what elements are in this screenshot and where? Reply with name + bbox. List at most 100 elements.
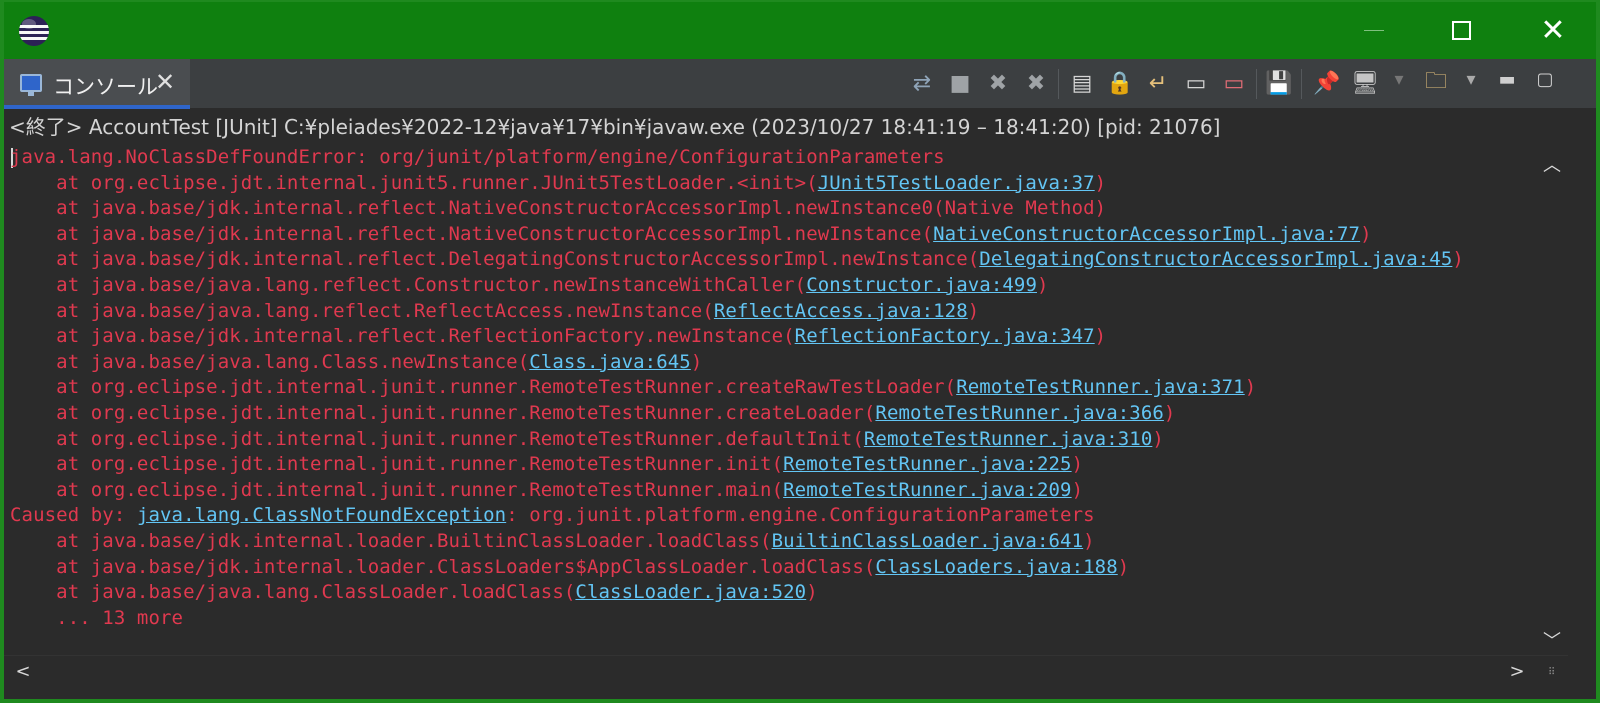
word-wrap-icon[interactable]: ↵	[1142, 67, 1174, 99]
pin-console-icon[interactable]: 📌	[1311, 67, 1343, 99]
console-line-tail: )	[1083, 530, 1095, 552]
minimize-icon	[1364, 30, 1384, 31]
console-line-tail: )	[1036, 274, 1049, 296]
source-link[interactable]: JUnit5TestLoader.java:37	[818, 172, 1095, 194]
console-line-text: at java.base/jdk.internal.loader.Builtin…	[10, 530, 772, 552]
source-link[interactable]: ClassLoaders.java:188	[875, 556, 1117, 578]
console-line: at java.base/jdk.internal.loader.Builtin…	[10, 529, 1095, 554]
eclipse-logo-icon	[19, 16, 49, 46]
console-line-text: at java.base/java.lang.Class.newInstance…	[10, 350, 530, 373]
console-line: at org.eclipse.jdt.internal.junit.runner…	[10, 401, 1175, 426]
clear-console-icon[interactable]: ▤	[1066, 67, 1098, 99]
console-line-tail: )	[1094, 325, 1107, 348]
source-link[interactable]: NativeConstructorAccessorImpl.java:77	[933, 223, 1360, 245]
resize-grip-icon[interactable]: ⠿	[1548, 667, 1562, 681]
console-line-text: ... 13 more	[10, 606, 184, 629]
console-line: at java.base/jdk.internal.loader.ClassLo…	[10, 555, 1129, 580]
console-line-text: at java.base/jdk.internal.loader.ClassLo…	[10, 555, 876, 578]
console-line: at org.eclipse.jdt.internal.junit.runner…	[10, 452, 1083, 477]
tab-close-button[interactable]: ✕	[155, 68, 175, 96]
console-output[interactable]: java.lang.NoClassDefFoundError: org/juni…	[4, 145, 1537, 655]
source-link[interactable]: RemoteTestRunner.java:371	[956, 376, 1244, 398]
sync-icon[interactable]: ⇄	[906, 67, 938, 99]
source-link[interactable]: RemoteTestRunner.java:209	[783, 479, 1071, 501]
open-console-dropdown-icon[interactable]: ▾	[1460, 68, 1482, 90]
console-line: ... 13 more	[10, 606, 183, 631]
console-line: at org.eclipse.jdt.internal.junit.runner…	[10, 375, 1256, 400]
source-link[interactable]: RemoteTestRunner.java:310	[864, 428, 1152, 450]
console-line-tail: : org.junit.platform.engine.Configuratio…	[506, 504, 1095, 527]
view-tab-bar: コンソール ✕ ⇄ ■ ✖ ✖ ▤ 🔒 ↵ ▭ ▭ 💾 📌 🖥 ▾ 🗀 ▾ ▬ …	[4, 59, 1596, 109]
source-link[interactable]: DelegatingConstructorAccessorImpl.java:4…	[979, 248, 1452, 270]
scroll-lock-icon[interactable]: 🔒	[1104, 67, 1136, 99]
console-line-text: at org.eclipse.jdt.internal.junit.runner…	[10, 453, 784, 476]
console-line-tail: )	[967, 299, 980, 322]
save-icon[interactable]: 💾	[1263, 67, 1295, 99]
toolbar-separator	[1058, 69, 1059, 99]
source-link[interactable]: Constructor.java:499	[806, 274, 1037, 296]
horizontal-scrollbar[interactable]: < >	[4, 655, 1568, 688]
display-console-dropdown-icon[interactable]: ▾	[1388, 68, 1410, 90]
console-line-text: at org.eclipse.jdt.internal.junit.runner…	[10, 427, 864, 450]
source-link[interactable]: java.lang.ClassNotFoundException	[137, 504, 506, 526]
console-line: at java.base/java.lang.ClassLoader.loadC…	[10, 580, 818, 605]
console-line-tail: )	[1244, 376, 1257, 399]
scroll-down-icon[interactable]: ﹀	[1542, 627, 1562, 652]
scroll-left-icon[interactable]: <	[12, 661, 34, 683]
console-status-line: <終了> AccountTest [JUnit] C:¥pleiades¥202…	[4, 110, 1596, 145]
console-line-tail: )	[1117, 555, 1130, 578]
console-line-text: at java.base/jdk.internal.reflect.Reflec…	[10, 325, 795, 348]
maximize-view-icon[interactable]: ▢	[1534, 68, 1556, 90]
console-line-text: at java.base/java.lang.reflect.ReflectAc…	[10, 299, 714, 322]
close-window-button[interactable]: ✕	[1518, 2, 1588, 59]
console-line-tail: )	[1071, 453, 1084, 476]
minimize-button[interactable]	[1339, 2, 1409, 59]
source-link[interactable]: Class.java:645	[529, 351, 691, 373]
source-link[interactable]: ReflectAccess.java:128	[714, 300, 968, 322]
console-line: at org.eclipse.jdt.internal.junit.runner…	[10, 427, 1164, 452]
show-on-stdout-icon[interactable]: ▭	[1180, 67, 1212, 99]
show-on-stderr-icon[interactable]: ▭	[1218, 67, 1250, 99]
console-line: at java.base/jdk.internal.reflect.Native…	[10, 196, 1106, 221]
source-link[interactable]: BuiltinClassLoader.java:641	[772, 530, 1084, 552]
title-bar: ✕	[4, 2, 1596, 59]
remove-all-icon[interactable]: ✖	[1020, 67, 1052, 99]
console-line-tail: )	[690, 350, 703, 373]
console-line: java.lang.NoClassDefFoundError: org/juni…	[10, 145, 945, 170]
source-link[interactable]: ReflectionFactory.java:347	[795, 325, 1095, 347]
minimize-view-icon[interactable]: ▬	[1496, 68, 1518, 90]
open-console-icon[interactable]: 🗀	[1420, 67, 1452, 99]
remove-launch-icon[interactable]: ✖	[982, 67, 1014, 99]
toolbar-separator	[1256, 69, 1257, 99]
console-line-text: java.lang.NoClassDefFoundError: org/juni…	[10, 146, 945, 168]
stop-icon[interactable]: ■	[944, 67, 976, 99]
source-link[interactable]: RemoteTestRunner.java:366	[875, 402, 1163, 424]
scroll-up-icon[interactable]: ︿	[1542, 151, 1562, 176]
source-link[interactable]: RemoteTestRunner.java:225	[783, 453, 1071, 475]
console-line-tail: )	[806, 581, 818, 604]
scroll-right-icon[interactable]: >	[1506, 661, 1528, 683]
tab-console[interactable]: コンソール ✕	[4, 59, 190, 109]
console-line: at java.base/jdk.internal.reflect.Delega…	[10, 247, 1464, 272]
console-line-text: at java.base/java.lang.ClassLoader.loadC…	[10, 581, 576, 604]
console-line: at org.eclipse.jdt.internal.junit5.runne…	[10, 171, 1106, 196]
console-line-text: at org.eclipse.jdt.internal.junit.runner…	[10, 402, 876, 424]
console-line-text: Caused by:	[10, 504, 137, 527]
eclipse-window: ✕ コンソール ✕ ⇄ ■ ✖ ✖ ▤ 🔒 ↵ ▭ ▭ 💾 📌 🖥 ▾ 🗀 ▾	[2, 0, 1598, 701]
console-line-text: at org.eclipse.jdt.internal.junit5.runne…	[10, 171, 818, 194]
maximize-button[interactable]	[1426, 2, 1496, 59]
close-icon: ✕	[1540, 12, 1566, 48]
display-console-icon[interactable]: 🖥	[1349, 67, 1381, 99]
console-line-tail: )	[1360, 222, 1372, 245]
console-line-tail: )	[1071, 478, 1084, 501]
console-line-text: at java.base/jdk.internal.reflect.Native…	[10, 222, 934, 245]
console-line-tail: )	[1152, 427, 1164, 450]
console-line-text: at org.eclipse.jdt.internal.junit.runner…	[10, 478, 784, 501]
console-line-text: at java.base/java.lang.reflect.Construct…	[10, 274, 807, 296]
source-link[interactable]: ClassLoader.java:520	[575, 581, 806, 603]
console-line-tail: )	[1163, 402, 1176, 424]
console-line-text: at org.eclipse.jdt.internal.junit.runner…	[10, 376, 957, 399]
vertical-scrollbar[interactable]: ︿ ﹀	[1537, 145, 1568, 655]
console-line: at java.base/java.lang.Class.newInstance…	[10, 350, 702, 375]
console-line: Caused by: java.lang.ClassNotFoundExcept…	[10, 503, 1095, 528]
